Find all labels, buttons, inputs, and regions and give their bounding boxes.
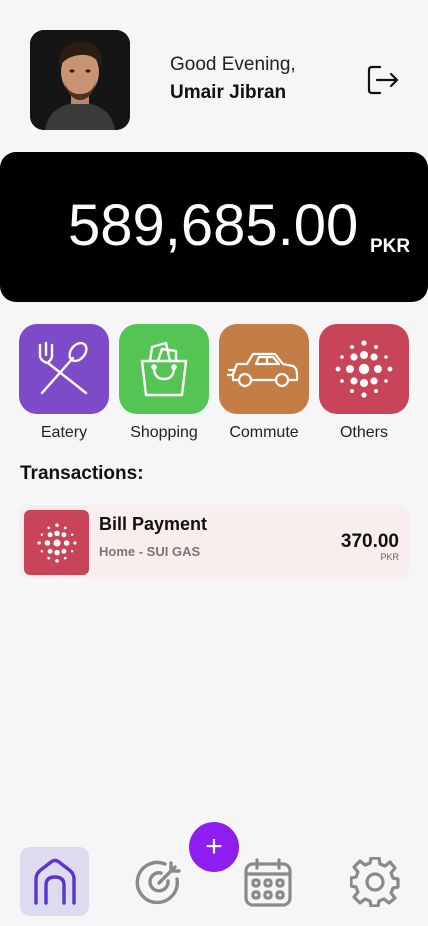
nav-home[interactable] <box>20 847 89 916</box>
transaction-currency: PKR <box>380 552 399 562</box>
category-shopping[interactable]: Shopping <box>119 324 209 442</box>
transaction-name: Bill Payment <box>99 514 208 534</box>
transactions-heading: Transactions: <box>20 463 144 484</box>
logout-icon <box>367 65 399 95</box>
avatar[interactable] <box>30 30 130 130</box>
nav-goals[interactable] <box>125 847 194 916</box>
category-tile <box>319 324 409 414</box>
calendar-icon <box>243 857 292 907</box>
fork-spoon-icon <box>38 341 88 395</box>
category-label: Others <box>339 424 388 441</box>
transaction-subtitle: Home - SUI GAS <box>99 544 201 559</box>
add-button[interactable]: + <box>189 822 239 872</box>
transaction-icon-tile <box>24 510 89 575</box>
category-eatery[interactable]: Eatery <box>19 324 109 442</box>
greeting-text: Good Evening, <box>170 54 296 75</box>
settings-icon <box>349 856 400 907</box>
shopping-bag-icon <box>140 341 188 397</box>
category-commute[interactable]: Commute <box>219 324 309 442</box>
balance-amount: 589,685.00 <box>68 193 359 258</box>
nav-calendar[interactable] <box>233 847 302 916</box>
category-tile <box>19 324 109 414</box>
category-label: Commute <box>229 424 299 441</box>
target-icon <box>135 860 181 904</box>
category-others[interactable]: Others <box>319 324 409 442</box>
logout-button[interactable] <box>364 62 400 98</box>
transaction-amount: 370.00 <box>340 531 399 552</box>
username: Umair Jibran <box>170 82 287 103</box>
category-label: Shopping <box>130 424 198 441</box>
nav-settings[interactable] <box>340 847 409 916</box>
balance-currency: PKR <box>370 236 411 257</box>
home-icon <box>33 858 76 905</box>
category-tile <box>119 324 209 414</box>
header: Good Evening, Umair Jibran <box>0 0 428 152</box>
transaction-item[interactable]: Bill Payment Home - SUI GAS 370.00 PKR <box>19 505 409 579</box>
category-list: Eatery Shopping Commute Others <box>19 324 411 444</box>
dots-icon <box>36 522 77 563</box>
dots-icon <box>335 340 393 398</box>
category-label: Eatery <box>40 424 88 441</box>
balance-card: 589,685.00 PKR <box>0 152 428 302</box>
bottom-nav: + <box>0 822 428 926</box>
category-tile <box>219 324 309 414</box>
car-icon <box>227 352 299 388</box>
